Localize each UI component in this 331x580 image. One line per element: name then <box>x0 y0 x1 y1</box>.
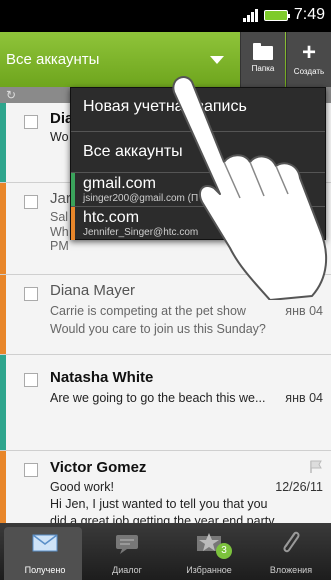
message-line: Sal <box>50 210 69 224</box>
select-checkbox[interactable] <box>24 463 38 477</box>
account-stripe <box>0 103 6 182</box>
status-indicators: 7:49 <box>242 6 325 24</box>
message-date: янв 04 <box>285 304 323 318</box>
refresh-icon[interactable]: ↻ <box>6 88 16 102</box>
account-selector[interactable]: Все аккаунты <box>0 32 236 87</box>
inbox-envelope-icon <box>32 534 58 552</box>
select-checkbox[interactable] <box>24 115 38 129</box>
account-selector-label: Все аккаунты <box>6 51 100 68</box>
battery-icon <box>263 9 290 21</box>
tab-label: Избранное <box>186 565 232 575</box>
message-line: Hi Jen, I just wanted to tell you that y… <box>50 497 268 511</box>
tab-attachments[interactable]: Вложения <box>250 527 331 580</box>
message-line: PM <box>50 239 69 253</box>
chevron-down-icon[interactable] <box>210 56 224 64</box>
signal-icon <box>242 8 258 22</box>
tab-inbox[interactable]: Получено <box>4 527 86 580</box>
folder-button-label: Папка <box>251 64 275 73</box>
message-line: Carrie is competing at the pet show <box>50 304 246 318</box>
tab-conversation[interactable]: Диалог <box>86 527 168 580</box>
menu-divider <box>71 131 325 132</box>
menu-item-new-account[interactable]: Новая учетная запись <box>71 98 325 116</box>
account-stripe <box>0 275 6 354</box>
folder-button[interactable]: Папка <box>240 32 285 87</box>
tab-favorites[interactable]: 3 Избранное <box>168 527 250 580</box>
account-email: jsinger200@gmail.com (П <box>83 193 199 204</box>
message-sender: Diana Mayer <box>50 282 136 299</box>
message-line: Good work! <box>50 480 114 494</box>
message-line: Wh <box>50 225 69 239</box>
account-name: gmail.com <box>83 175 156 192</box>
select-checkbox[interactable] <box>24 195 38 209</box>
paperclip-icon <box>283 531 300 553</box>
tab-label: Диалог <box>112 565 142 575</box>
message-date: янв 04 <box>285 391 323 405</box>
create-button[interactable]: + Создать <box>286 32 331 87</box>
menu-item-account-gmail[interactable]: gmail.com jsinger200@gmail.com (П <box>71 173 325 206</box>
message-sender: Jar <box>50 190 71 207</box>
account-menu: Новая учетная запись Все аккаунты gmail.… <box>70 87 326 240</box>
folder-icon <box>253 43 273 60</box>
account-color-bar <box>71 207 75 240</box>
message-sender: Victor Gomez <box>50 459 147 476</box>
account-stripe <box>0 183 6 274</box>
message-date: 12/26/11 <box>275 480 323 494</box>
status-time: 7:49 <box>293 6 325 23</box>
message-row[interactable]: Natasha White Are we going to go the bea… <box>0 355 331 451</box>
conversation-icon <box>116 535 138 554</box>
menu-item-account-htc[interactable]: htc.com Jennifer_Singer@htc.com <box>71 207 325 240</box>
account-color-bar <box>71 173 75 206</box>
select-checkbox[interactable] <box>24 373 38 387</box>
menu-item-all-accounts[interactable]: Все аккаунты <box>71 143 325 161</box>
tab-label: Получено <box>24 565 66 575</box>
select-checkbox[interactable] <box>24 287 38 301</box>
message-row[interactable]: Diana Mayer Carrie is competing at the p… <box>0 275 331 355</box>
tab-label: Вложения <box>269 565 313 575</box>
account-email: Jennifer_Singer@htc.com <box>83 227 199 238</box>
message-line: Would you care to join us this Sunday? <box>50 322 266 336</box>
status-bar: 7:49 <box>0 0 331 32</box>
account-stripe <box>0 355 6 450</box>
flag-icon[interactable] <box>309 460 323 474</box>
plus-icon: + <box>301 39 316 66</box>
favorites-count-badge: 3 <box>216 543 232 559</box>
action-bar: Все аккаунты Папка + Создать <box>0 32 331 87</box>
message-line: Are we going to go the beach this we... <box>50 391 266 405</box>
message-line: Wo <box>50 130 69 144</box>
create-button-label: Создать <box>293 67 325 76</box>
message-sender: Natasha White <box>50 369 154 386</box>
account-name: htc.com <box>83 209 140 226</box>
